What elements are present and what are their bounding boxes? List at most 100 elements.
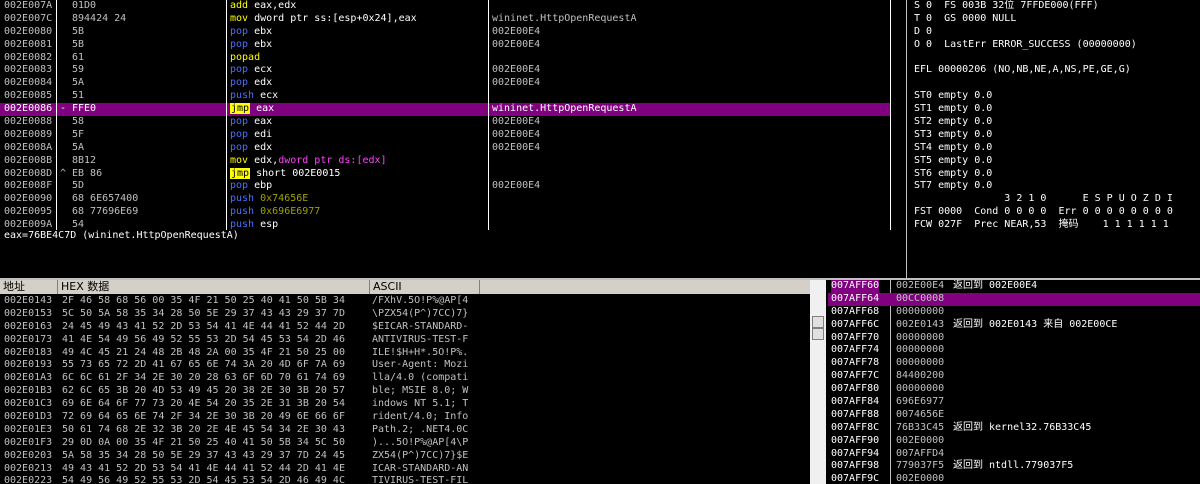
dump-row[interactable]: 002E01C3 69 6E 64 6F 77 73 20 4E 54 20 35… <box>0 398 810 411</box>
register-line[interactable] <box>910 52 1200 65</box>
disasm-row[interactable]: 002E008B 8B12 mov edx,dword ptr ds:[edx] <box>0 155 890 168</box>
disasm-instruction: push 0x74656E <box>230 193 485 206</box>
dump-row[interactable]: 002E0183 49 4C 45 21 24 48 2B 48 2A 00 35… <box>0 347 810 360</box>
register-line[interactable]: FCW 027F Prec NEAR,53 掩码 1 1 1 1 1 1 <box>910 219 1200 232</box>
stack-row[interactable]: 007AFF7C 84400200 <box>828 370 1200 383</box>
register-line[interactable]: ST4 empty 0.0 <box>910 142 1200 155</box>
registers-pane[interactable]: S 0 FS 003B 32位 7FFDE000(FFF) T 0 GS 0000… <box>910 0 1200 278</box>
dump-row[interactable]: 002E01F3 29 0D 0A 00 35 4F 21 50 25 40 41… <box>0 437 810 450</box>
register-line[interactable]: ST5 empty 0.0 <box>910 155 1200 168</box>
stack-row[interactable]: 007AFF88 0074656E <box>828 409 1200 422</box>
register-line[interactable]: D 0 <box>910 26 1200 39</box>
operand: short 002E0015 <box>256 167 341 179</box>
disasm-row[interactable]: 002E008F 5D pop ebp 002E00E4 <box>0 180 890 193</box>
disasm-row[interactable]: 002E008A 5A pop edx 002E00E4 <box>0 142 890 155</box>
operand: dword ptr ds:[edx] <box>278 154 387 166</box>
stack-pane[interactable]: 007AFF60 002E00E4 返回到 002E00E4 007AFF64 00CC… <box>828 280 1200 484</box>
disasm-row[interactable]: 002E0080 5B pop ebx 002E00E4 <box>0 26 890 39</box>
register-line[interactable]: ST6 empty 0.0 <box>910 168 1200 181</box>
stack-row[interactable]: 007AFF84 696E6977 <box>828 396 1200 409</box>
register-line[interactable]: FST 0000 Cond 0 0 0 0 Err 0 0 0 0 0 0 0 … <box>910 206 1200 219</box>
dump-row[interactable]: 002E0163 24 45 49 43 41 52 2D 53 54 41 4E… <box>0 321 810 334</box>
disasm-row[interactable]: 002E0082 61 popad <box>0 52 890 65</box>
disasm-instruction: pop eax <box>230 116 485 129</box>
disasm-comment: wininet.HttpOpenRequestA <box>492 103 637 115</box>
dump-ascii: lla/4.0 (compati <box>372 372 469 384</box>
stack-row[interactable]: 007AFF98 779037F5 返回到 ntdll.779037F5 <box>828 460 1200 473</box>
register-line[interactable]: ST1 empty 0.0 <box>910 103 1200 116</box>
stack-row[interactable]: 007AFF74 00000000 <box>828 344 1200 357</box>
register-line[interactable]: ST0 empty 0.0 <box>910 90 1200 103</box>
dump-row[interactable]: 002E01B3 62 6C 65 3B 20 4D 53 49 45 20 38… <box>0 385 810 398</box>
dump-row[interactable]: 002E0223 54 49 56 49 52 55 53 2D 54 45 53… <box>0 475 810 484</box>
stack-row[interactable]: 007AFF94 007AFFD4 <box>828 448 1200 461</box>
operand: 0x696E6977 <box>260 206 321 218</box>
dump-header-hex[interactable]: HEX 数据 <box>58 280 370 294</box>
operand: ebx <box>254 38 273 50</box>
scroll-up-arrow-icon[interactable] <box>812 316 824 328</box>
dump-row[interactable]: 002E0143 2F 46 58 68 56 00 35 4F 21 50 25… <box>0 295 810 308</box>
stack-row[interactable]: 007AFF64 00CC0008 <box>828 292 1200 306</box>
dump-address: 002E0213 <box>4 462 53 474</box>
dump-row[interactable]: 002E0153 5C 50 5A 58 35 34 28 50 5E 29 37… <box>0 308 810 321</box>
stack-row[interactable]: 007AFF68 00000000 <box>828 306 1200 319</box>
disasm-row[interactable]: 002E0081 5B pop ebx 002E00E4 <box>0 39 890 52</box>
dump-ascii: indows NT 5.1; T <box>372 398 469 410</box>
disasm-row[interactable]: 002E0090 68 6E657400 push 0x74656E <box>0 193 890 206</box>
dump-row[interactable]: 002E01E3 50 61 74 68 2E 32 3B 20 2E 4E 45… <box>0 424 810 437</box>
disasm-instruction: jmp eax <box>230 103 485 116</box>
disasm-address: 002E008D <box>4 167 53 179</box>
stack-address: 007AFF68 <box>831 305 880 317</box>
disassembly-pane[interactable]: 002E007A 01D0 add eax,edx 002E007C 894424 24… <box>0 0 890 230</box>
disasm-row[interactable]: 002E0084 5A pop edx 002E00E4 <box>0 77 890 90</box>
disasm-row[interactable]: 002E0088 58 pop eax 002E00E4 <box>0 116 890 129</box>
dump-body[interactable]: 002E0143 2F 46 58 68 56 00 35 4F 21 50 25… <box>0 295 810 484</box>
dump-row[interactable]: 002E0203 5A 58 35 34 28 50 5E 29 37 43 43… <box>0 450 810 463</box>
dump-row[interactable]: 002E0213 49 43 41 52 2D 53 54 41 4E 44 41… <box>0 463 810 476</box>
stack-row[interactable]: 007AFF60 002E00E4 返回到 002E00E4 <box>828 280 1200 293</box>
stack-row[interactable]: 007AFF9C 002E0000 <box>828 473 1200 484</box>
disasm-address: 002E0090 <box>4 193 53 205</box>
dump-hex-bytes: 49 4C 45 21 24 48 2B 48 2A 00 35 4F 21 5… <box>62 346 345 358</box>
disasm-row[interactable]: 002E0085 51 push ecx <box>0 90 890 103</box>
register-line[interactable]: S 0 FS 003B 32位 7FFDE000(FFF) <box>910 0 1200 13</box>
register-line[interactable]: ST7 empty 0.0 <box>910 180 1200 193</box>
dump-row[interactable]: 002E0193 55 73 65 72 2D 41 67 65 6E 74 3A… <box>0 359 810 372</box>
stack-row[interactable]: 007AFF90 002E0000 <box>828 435 1200 448</box>
dump-ascii: )...5O!P%@AP[4\P <box>372 436 469 448</box>
operand: edx <box>254 141 273 153</box>
scroll-thumb[interactable] <box>812 328 824 340</box>
register-line[interactable] <box>910 77 1200 90</box>
disasm-row[interactable]: 002E008D ^ EB 86 jmp short 002E0015 <box>0 167 890 181</box>
disasm-row[interactable]: 002E0089 5F pop edi 002E00E4 <box>0 129 890 142</box>
stack-row[interactable]: 007AFF80 00000000 <box>828 383 1200 396</box>
register-line[interactable]: T 0 GS 0000 NULL <box>910 13 1200 26</box>
stack-row[interactable]: 007AFF70 00000000 <box>828 332 1200 345</box>
disasm-scrollbar[interactable] <box>890 0 907 230</box>
disasm-row[interactable]: 002E007A 01D0 add eax,edx <box>0 0 890 13</box>
stack-row[interactable]: 007AFF8C 76B33C45 返回到 kernel32.76B33C45 <box>828 422 1200 435</box>
dump-row[interactable]: 002E0173 41 4E 54 49 56 49 52 55 53 2D 54… <box>0 334 810 347</box>
stack-row[interactable]: 007AFF6C 002E0143 返回到 002E0143 来自 002E00CE <box>828 319 1200 332</box>
dump-row[interactable]: 002E01D3 72 69 64 65 6E 74 2F 34 2E 30 3B… <box>0 411 810 424</box>
dump-row[interactable]: 002E01A3 6C 6C 61 2F 34 2E 30 20 28 63 6F… <box>0 372 810 385</box>
disasm-row[interactable]: 002E007C 894424 24 mov dword ptr ss:[esp+0… <box>0 13 890 26</box>
disasm-row[interactable]: 002E0086- FFE0 jmp eax wininet.HttpOpenRequ… <box>0 103 890 117</box>
register-line[interactable]: ST3 empty 0.0 <box>910 129 1200 142</box>
register-line[interactable]: 3 2 1 0 E S P U O Z D I <box>910 193 1200 206</box>
stack-row[interactable]: 007AFF78 00000000 <box>828 357 1200 370</box>
register-line[interactable]: O 0 LastErr ERROR_SUCCESS (00000000) <box>910 39 1200 52</box>
disasm-row[interactable]: 002E009A 54 push esp <box>0 219 890 230</box>
stack-address: 007AFF70 <box>831 331 880 343</box>
hex-dump-pane[interactable]: 地址 HEX 数据 ASCII 002E0143 2F 46 58 68 56 0… <box>0 280 810 484</box>
dump-header-addr[interactable]: 地址 <box>0 280 58 294</box>
dump-scrollbar[interactable] <box>810 280 826 484</box>
dump-hex-bytes: 54 49 56 49 52 55 53 2D 54 45 53 54 2D 4… <box>62 475 345 484</box>
register-line[interactable]: ST2 empty 0.0 <box>910 116 1200 129</box>
register-line[interactable]: EFL 00000206 (NO,NB,NE,A,NS,PE,GE,G) <box>910 64 1200 77</box>
disasm-row[interactable]: 002E0083 59 pop ecx 002E00E4 <box>0 64 890 77</box>
operand: ebx <box>254 25 273 37</box>
dump-address: 002E0143 <box>4 295 53 306</box>
dump-header-ascii[interactable]: ASCII <box>370 280 480 294</box>
disasm-row[interactable]: 002E0095 68 77696E69 push 0x696E6977 <box>0 206 890 219</box>
